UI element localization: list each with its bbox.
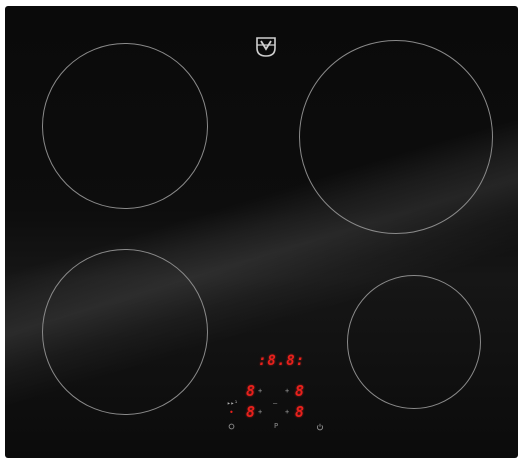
- boost-indicator[interactable]: ▸▸¹: [227, 400, 238, 408]
- pause-button[interactable]: P: [274, 423, 278, 430]
- rear-left-plus-button[interactable]: +: [258, 387, 262, 395]
- power-icon[interactable]: [316, 423, 324, 433]
- front-right-zone[interactable]: [347, 275, 481, 409]
- minus-button[interactable]: –: [273, 399, 277, 407]
- rear-right-plus-button[interactable]: +: [285, 387, 289, 395]
- active-dot-indicator: •: [229, 408, 234, 417]
- v-zug-logo-icon: [254, 36, 278, 58]
- rear-left-zone[interactable]: [42, 43, 208, 209]
- front-right-level-display: 8: [295, 403, 306, 421]
- rear-left-level-display: 8: [246, 382, 257, 400]
- front-left-level-display: 8: [246, 403, 257, 421]
- lock-icon[interactable]: [228, 423, 235, 432]
- rear-right-zone[interactable]: [299, 40, 493, 234]
- rear-right-level-display: 8: [295, 382, 306, 400]
- timer-display: :8.8:: [258, 353, 306, 369]
- front-right-plus-button[interactable]: +: [285, 408, 289, 416]
- ceramic-cooktop: :8.8: ▸▸¹ 8 + – + 8 • 8 + + 8 P: [5, 6, 518, 458]
- front-left-zone[interactable]: [42, 249, 208, 415]
- front-left-plus-button[interactable]: +: [258, 408, 262, 416]
